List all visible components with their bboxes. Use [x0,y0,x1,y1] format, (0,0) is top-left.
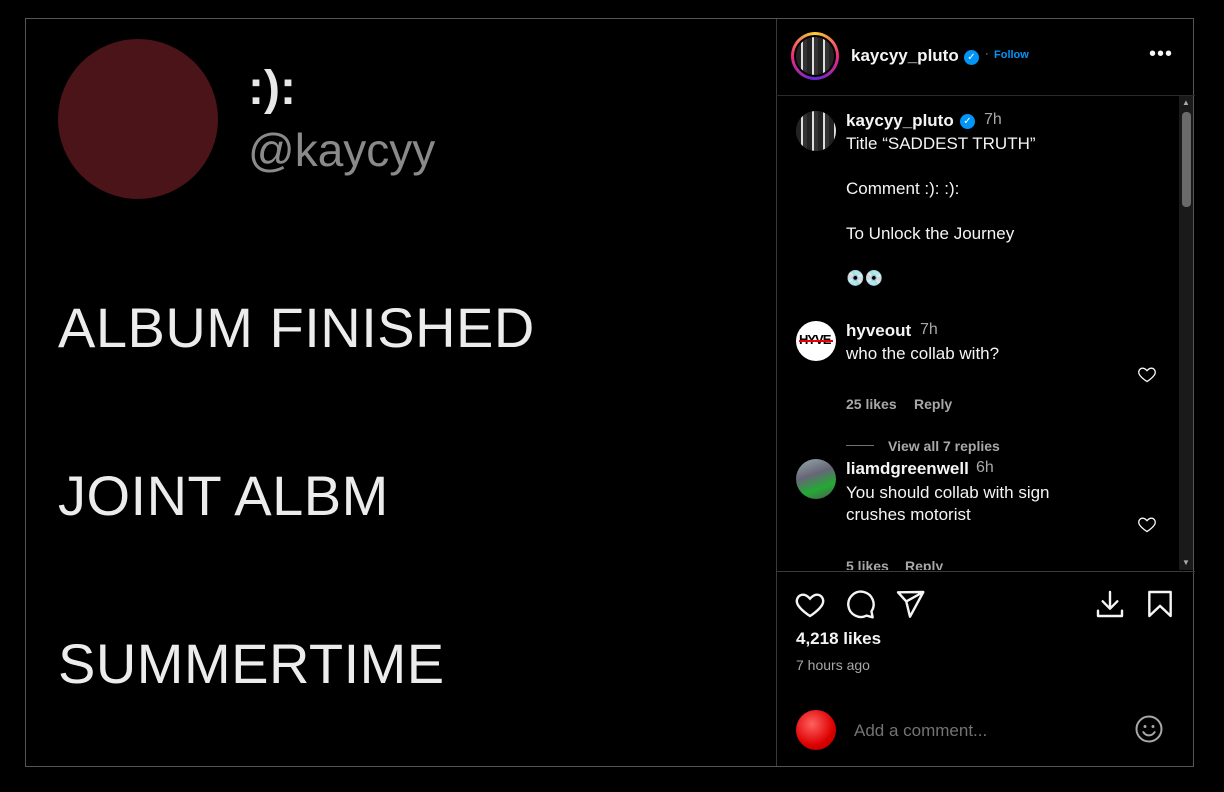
header-username[interactable]: kaycyy_pluto [851,46,959,66]
caption-emoji-line: 💿💿 [846,270,884,287]
scrollbar-thumb[interactable] [1182,112,1191,207]
scroll-up-arrow-icon[interactable]: ▲ [1179,96,1193,110]
comment-text: who the collab with? [846,344,1000,363]
comment-text: crushes motorist [846,505,971,524]
heart-icon[interactable] [794,588,826,620]
post-header: kaycyy_pluto ✓ · Follow ••• [776,19,1195,96]
scrollbar[interactable]: ▲ ▼ [1179,96,1193,570]
follow-button[interactable]: Follow [994,49,1029,61]
media-text-line: ALBUM FINISHED [58,296,535,359]
avatar[interactable] [794,35,836,77]
comment-likes[interactable]: 25 likes [846,396,897,412]
comment-avatar[interactable]: HYVE [796,321,836,361]
media-text-line: SUMMERTIME [58,632,445,695]
share-icon[interactable] [894,588,926,620]
comment-time: 6h [976,459,994,476]
post-modal: :): @kaycyy ALBUM FINISHED JOINT ALBM SU… [25,18,1195,767]
verified-icon: ✓ [960,114,975,129]
comment-likes[interactable]: 5 likes [846,558,889,570]
comments-list[interactable]: kaycyy_pluto ✓ 7h Title “SADDEST TRUTH” … [776,96,1195,570]
view-replies-button[interactable]: View all 7 replies [888,438,1000,454]
reply-button[interactable]: Reply [914,396,952,412]
heart-icon[interactable] [1137,514,1157,534]
post-actions: 4,218 likes 7 hours ago [776,571,1195,767]
media-text-line: JOINT ALBM [58,464,389,527]
caption-avatar[interactable] [796,111,836,151]
avatar [796,710,836,750]
caption-line: Title “SADDEST TRUTH” [846,134,1036,153]
comment-username[interactable]: liamdgreenwell [846,459,969,479]
divider [846,445,874,446]
media-avatar [58,39,218,199]
caption-line: To Unlock the Journey [846,224,1015,243]
heart-icon[interactable] [1137,364,1157,384]
download-icon[interactable] [1094,588,1126,620]
caption-time: 7h [984,111,1002,128]
likes-count[interactable]: 4,218 likes [796,629,881,649]
reply-button[interactable]: Reply [905,558,943,570]
post-time: 7 hours ago [796,657,870,673]
caption-line: Comment :): :): [846,179,960,198]
comment-username[interactable]: hyveout [846,321,911,341]
bookmark-icon[interactable] [1144,588,1176,620]
post-side-panel: kaycyy_pluto ✓ · Follow ••• kaycyy_pluto… [776,19,1195,766]
caption-username[interactable]: kaycyy_pluto [846,111,954,131]
comment-avatar[interactable] [796,459,836,499]
comment-text: You should collab with sign [846,483,1050,502]
add-comment-input[interactable] [852,718,1116,744]
story-ring[interactable] [791,32,839,80]
post-media: :): @kaycyy ALBUM FINISHED JOINT ALBM SU… [26,19,777,766]
emoji-icon[interactable] [1134,714,1164,744]
more-icon[interactable]: ••• [1146,41,1176,71]
verified-icon: ✓ [964,50,979,65]
separator-dot: · [985,48,989,60]
media-display-name: :): [248,62,296,115]
scroll-down-arrow-icon[interactable]: ▼ [1179,556,1193,570]
comment-icon[interactable] [844,588,876,620]
media-handle: @kaycyy [248,124,436,176]
comment-time: 7h [920,321,938,338]
